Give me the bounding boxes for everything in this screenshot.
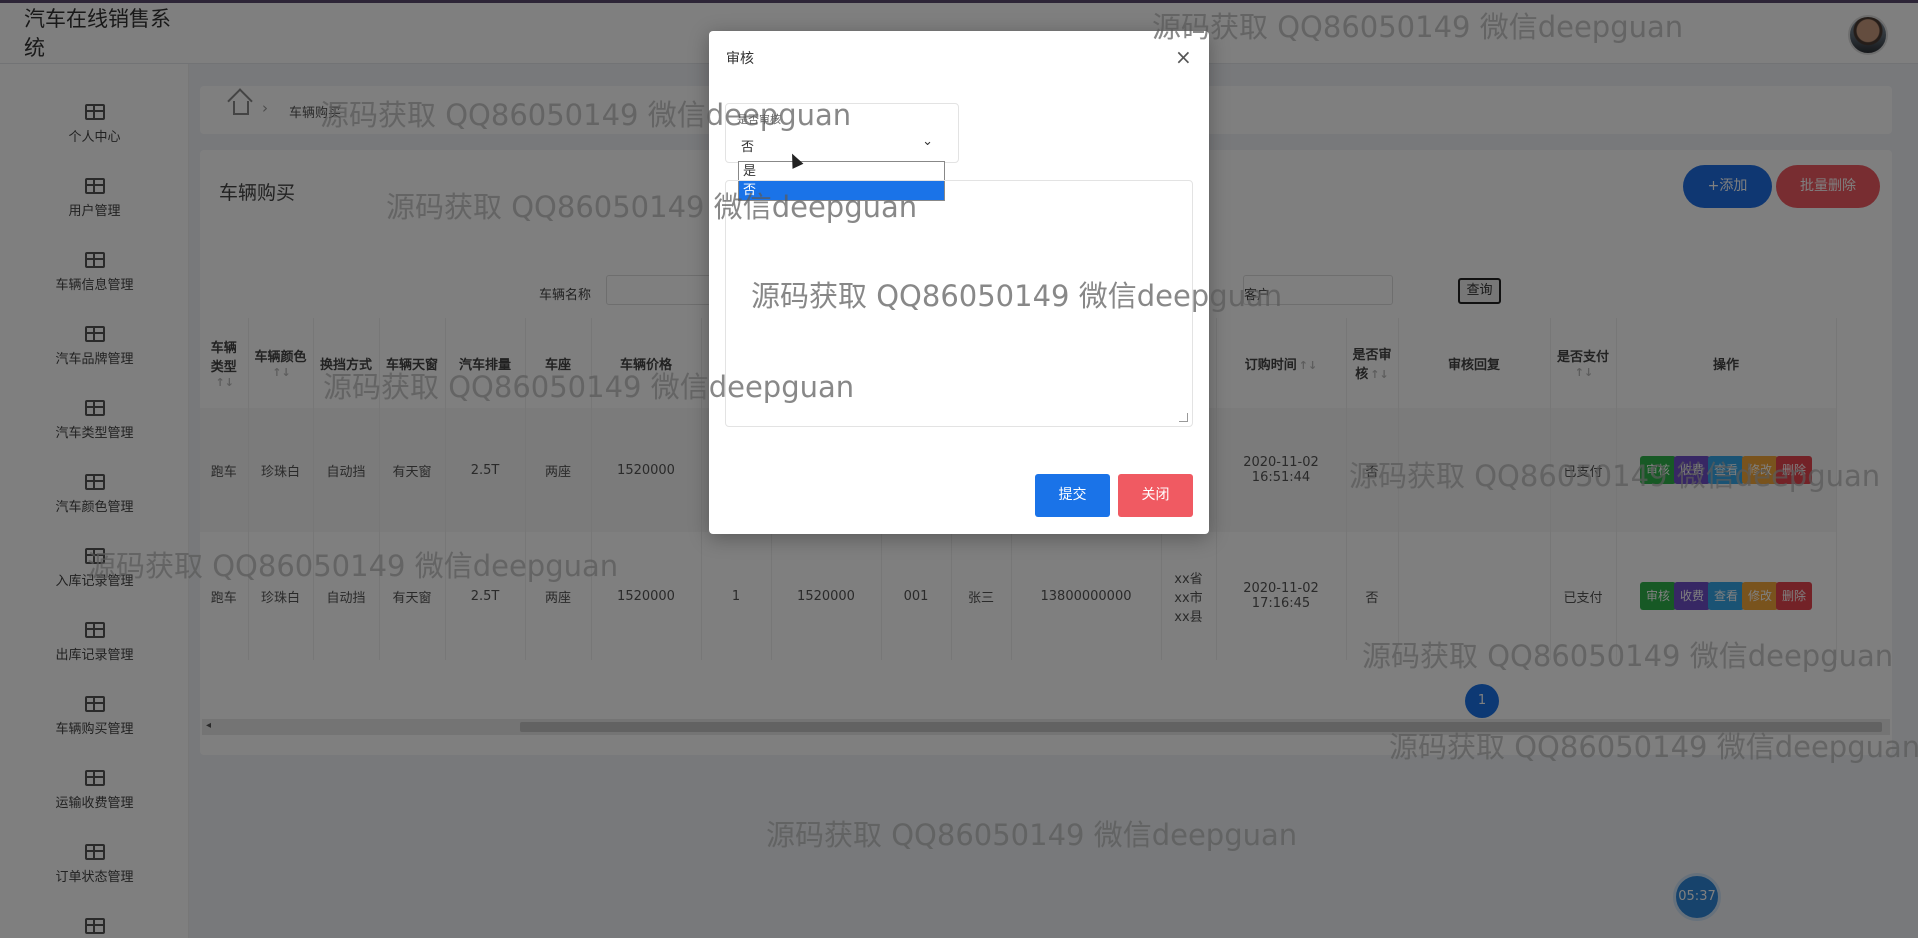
dialog-title: 审核	[726, 51, 754, 67]
submit-button[interactable]: 提交	[1035, 474, 1110, 517]
review-select[interactable]: 否 ⌄	[741, 134, 939, 156]
review-reply-textarea[interactable]	[725, 180, 1193, 427]
chevron-down-icon: ⌄	[922, 134, 933, 149]
resize-handle[interactable]	[1179, 413, 1188, 422]
review-field-label: 是否审核	[737, 113, 781, 126]
close-icon[interactable]: ×	[1175, 45, 1192, 69]
select-value: 否	[741, 140, 755, 155]
close-button[interactable]: 关闭	[1118, 474, 1193, 517]
review-dialog: 审核 × 是否审核 否 ⌄ 是 否 提交 关闭	[709, 31, 1209, 534]
option-yes[interactable]: 是	[739, 162, 944, 181]
